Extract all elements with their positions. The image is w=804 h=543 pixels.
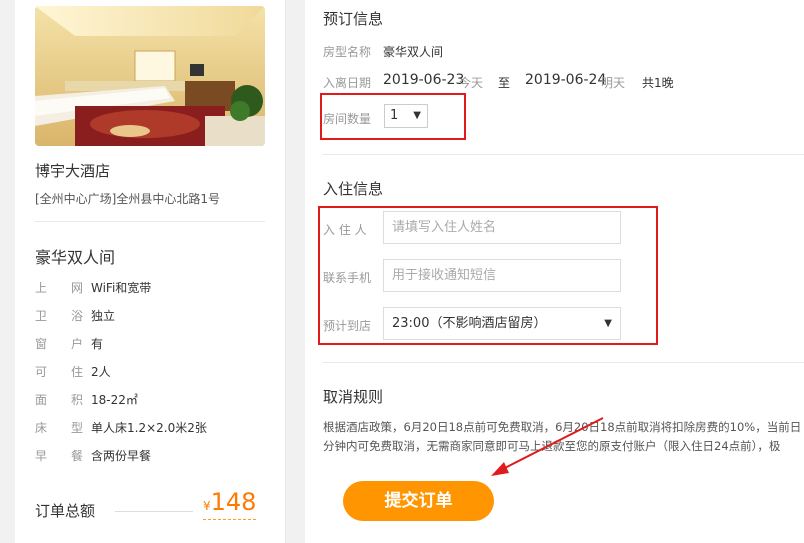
room-type-label: 房型名称 bbox=[323, 45, 372, 59]
amenity-key: 窗 户 bbox=[35, 337, 84, 351]
booking-form-panel: 预订信息 房型名称 豪华双人间 入离日期 2019-06-23 今天 至 201… bbox=[305, 0, 804, 543]
amenity-bed: 床 型单人床1.2×2.0米2张 bbox=[35, 419, 207, 439]
amenity-internet: 上 网 WiFi和宽带 bbox=[35, 279, 151, 299]
currency-symbol: ¥ bbox=[203, 499, 211, 513]
hotel-name: 博宇大酒店 bbox=[35, 162, 111, 180]
hotel-address: [全州中心广场]全州县中心北路1号 bbox=[35, 192, 220, 206]
booking-info-title: 预订信息 bbox=[323, 10, 384, 28]
amenity-value: 2人 bbox=[91, 365, 111, 379]
amenity-key: 上 网 bbox=[35, 281, 84, 295]
amenity-occupancy: 可 住 2人 bbox=[35, 363, 111, 383]
room-type-name: 豪华双人间 bbox=[35, 248, 116, 267]
cancel-policy-line: 分钟内可免费取消，无需商家同意即可马上退款至您的原支付账户（限入住日24点前），… bbox=[323, 439, 781, 453]
amenity-key: 面 积 bbox=[35, 393, 84, 407]
submit-order-button[interactable]: 提交订单 bbox=[343, 481, 494, 521]
total-amount: 148 bbox=[210, 488, 257, 516]
hotel-room-photo bbox=[35, 6, 265, 146]
amenity-breakfast: 早 餐含两份早餐 bbox=[35, 447, 151, 467]
divider bbox=[115, 511, 193, 512]
order-total-price: ¥148 bbox=[203, 488, 257, 520]
checkin-date[interactable]: 2019-06-23 bbox=[383, 72, 464, 88]
guest-info-title: 入住信息 bbox=[323, 180, 384, 198]
amenity-area: 面 积 18-22㎡ bbox=[35, 391, 138, 411]
hotel-summary-panel: 博宇大酒店 [全州中心广场]全州县中心北路1号 豪华双人间 上 网 WiFi和宽带… bbox=[15, 0, 286, 543]
divider bbox=[323, 154, 804, 155]
cancel-policy-text: 根据酒店政策，6月20日18点前可免费取消，6月20日18点前取消将扣除房费的1… bbox=[323, 418, 804, 456]
amenity-value: 含两份早餐 bbox=[91, 449, 152, 463]
amenity-window: 窗 户有 bbox=[35, 335, 103, 355]
amenity-value: 有 bbox=[91, 337, 104, 351]
amenity-bathroom: 卫 浴独立 bbox=[35, 307, 115, 327]
divider bbox=[323, 362, 804, 363]
amenity-key: 早 餐 bbox=[35, 449, 84, 463]
amenity-value: 独立 bbox=[91, 309, 116, 323]
highlight-box-guest-info bbox=[318, 206, 658, 345]
dates-label: 入离日期 bbox=[323, 76, 372, 90]
divider bbox=[35, 221, 265, 222]
amenity-value: WiFi和宽带 bbox=[91, 281, 152, 295]
highlight-box-room-count bbox=[320, 93, 466, 140]
amenity-key: 可 住 bbox=[35, 365, 84, 379]
cancel-policy-line: 根据酒店政策，6月20日18点前可免费取消，6月20日18点前取消将扣除房费的1… bbox=[323, 420, 802, 434]
room-type-value: 豪华双人间 bbox=[383, 45, 444, 59]
amenity-value: 18-22㎡ bbox=[91, 393, 138, 407]
amenity-value: 单人床1.2×2.0米2张 bbox=[91, 421, 207, 435]
nights-count: 共1晚 bbox=[642, 76, 674, 90]
amenity-key: 床 型 bbox=[35, 421, 84, 435]
checkout-day: 明天 bbox=[601, 76, 626, 90]
checkin-day: 今天 bbox=[459, 76, 484, 90]
date-separator: 至 bbox=[498, 76, 511, 90]
amenity-key: 卫 浴 bbox=[35, 309, 84, 323]
cancel-policy-title: 取消规则 bbox=[323, 388, 384, 406]
order-total-label: 订单总额 bbox=[35, 502, 96, 520]
checkout-date[interactable]: 2019-06-24 bbox=[525, 72, 606, 88]
